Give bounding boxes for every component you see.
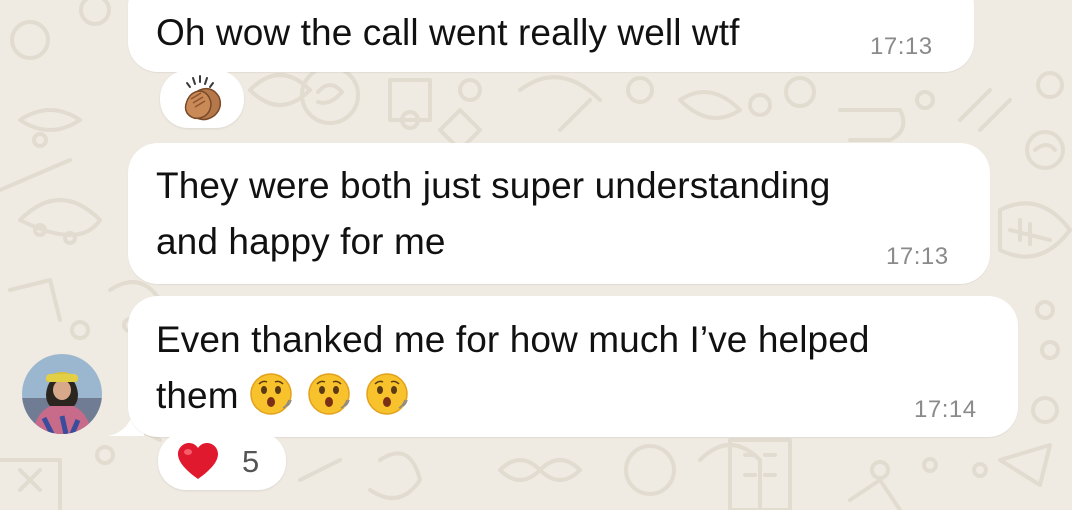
message-timestamp: 17:13 (870, 33, 933, 60)
message-text: They were both just super understanding (156, 165, 831, 206)
message-bubble[interactable]: They were both just super understanding … (128, 143, 990, 284)
hushed-face-icon (365, 373, 408, 415)
message-timestamp: 17:14 (914, 396, 977, 423)
avatar[interactable] (22, 354, 102, 434)
clapping-hands-icon (184, 75, 222, 121)
heart-icon (178, 443, 218, 479)
reaction-pill[interactable] (160, 70, 244, 128)
reaction-pill[interactable]: 5 (158, 432, 286, 490)
message-timestamp: 17:13 (886, 243, 949, 270)
message-text: Oh wow the call went really well wtf (156, 12, 740, 53)
hushed-face-icon (307, 373, 350, 415)
avatar-image (22, 354, 102, 434)
hushed-face-icon (249, 373, 292, 415)
message-text: and happy for me (156, 221, 446, 262)
message-bubble[interactable]: Even thanked me for how much I’ve helped… (128, 296, 1018, 437)
message-bubble[interactable]: Oh wow the call went really well wtf 17:… (128, 0, 974, 72)
message-text: them (156, 375, 239, 416)
reaction-count: 5 (242, 444, 260, 479)
message-text: them (156, 369, 409, 423)
message-text: Even thanked me for how much I’ve helped (156, 319, 870, 360)
